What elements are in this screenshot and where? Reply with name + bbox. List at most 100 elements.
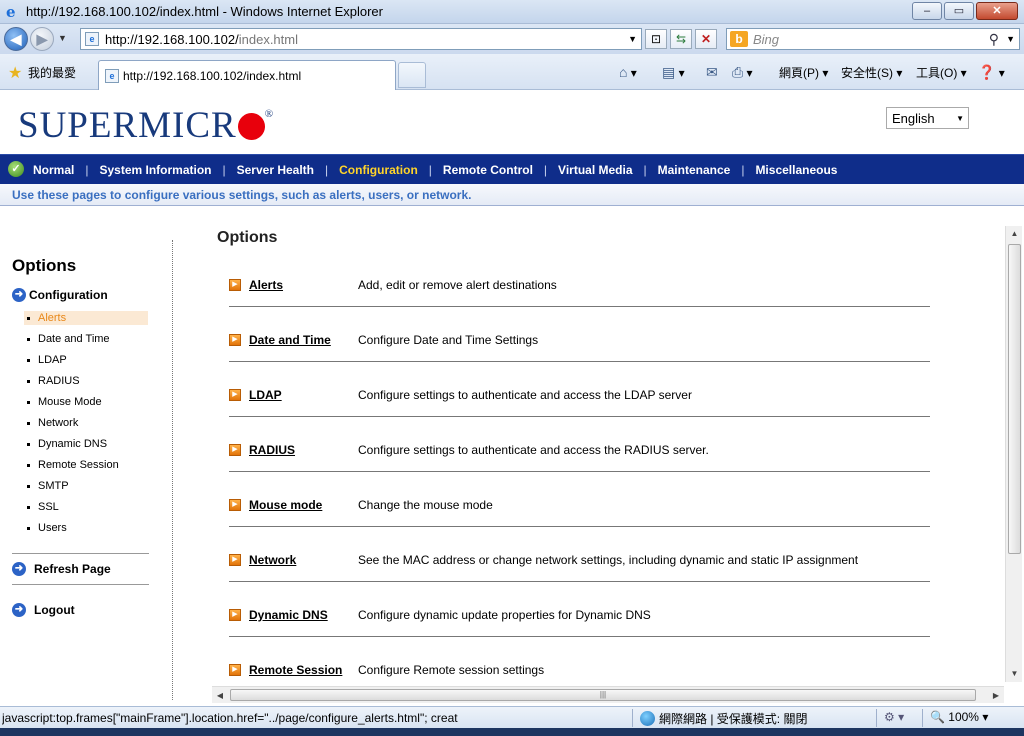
sidebar-item-ldap[interactable]: LDAP xyxy=(24,353,148,367)
option-link-ldap[interactable]: LDAP xyxy=(249,388,282,402)
main-nav: ✓ Normal | System Information | Server Hea… xyxy=(0,154,1024,184)
search-icon[interactable]: ⚲ xyxy=(989,31,999,48)
nav-remote-control[interactable]: Remote Control xyxy=(443,163,533,177)
option-divider xyxy=(229,526,930,527)
sidebar-section-configuration[interactable]: ➜ Configuration xyxy=(12,288,108,302)
protected-mode-icon[interactable]: ⚙ ▾ xyxy=(884,710,904,724)
nav-server-health[interactable]: Server Health xyxy=(237,163,314,177)
option-desc: Configure settings to authenticate and a… xyxy=(358,443,709,457)
sidebar: Options ➜ Configuration Alerts Date and … xyxy=(0,206,176,706)
tools-menu[interactable]: 工具(O) ▾ xyxy=(916,64,967,81)
sidebar-rule xyxy=(12,553,149,554)
option-desc: Configure Date and Time Settings xyxy=(358,333,539,347)
sidebar-item-radius[interactable]: RADIUS xyxy=(24,374,148,388)
option-link-radius[interactable]: RADIUS xyxy=(249,443,295,457)
nav-configuration[interactable]: Configuration xyxy=(339,163,418,177)
refresh-icon[interactable]: ⇆ xyxy=(670,29,692,49)
safety-menu[interactable]: 安全性(S) ▾ xyxy=(841,64,902,81)
bing-icon: b xyxy=(730,31,748,47)
sidebar-item-remote-session[interactable]: Remote Session xyxy=(24,458,148,472)
vertical-scrollbar[interactable]: ▲ ▼ xyxy=(1005,226,1022,682)
bullet-arrow-icon: ▶ xyxy=(229,609,241,621)
page-subtitle: Use these pages to configure various set… xyxy=(12,188,472,202)
nav-miscellaneous[interactable]: Miscellaneous xyxy=(755,163,837,177)
horizontal-scrollbar[interactable]: ◀ ||| ▶ xyxy=(212,686,1004,703)
sidebar-item-ssl[interactable]: SSL xyxy=(24,500,148,514)
sidebar-item-alerts[interactable]: Alerts xyxy=(24,311,148,325)
favorites-star-icon[interactable]: ★ xyxy=(8,63,22,83)
home-icon[interactable]: ⌂ ▾ xyxy=(619,64,637,80)
sidebar-item-label: SSL xyxy=(38,501,59,513)
sidebar-item-users[interactable]: Users xyxy=(24,521,148,535)
security-zone[interactable]: 網際網路 | 受保護模式: 關閉 xyxy=(640,710,807,727)
help-icon[interactable]: ❓ ▾ xyxy=(978,64,1005,81)
option-link-dynamic-dns[interactable]: Dynamic DNS xyxy=(249,608,328,622)
nav-normal[interactable]: Normal xyxy=(33,163,74,177)
status-bar: javascript:top.frames["mainFrame"].locat… xyxy=(0,706,1024,728)
nav-maintenance[interactable]: Maintenance xyxy=(658,163,731,177)
arrow-right-icon: ➜ xyxy=(12,603,26,617)
close-button[interactable]: ✕ xyxy=(976,2,1018,20)
new-tab-button[interactable] xyxy=(398,62,426,88)
sidebar-item-label: SMTP xyxy=(38,480,69,492)
window-title: http://192.168.100.102/index.html - Wind… xyxy=(26,4,383,19)
scroll-left-icon[interactable]: ◀ xyxy=(212,687,228,704)
history-dropdown-icon[interactable]: ▼ xyxy=(58,33,67,43)
sidebar-divider xyxy=(172,240,173,700)
sidebar-item-date-and-time[interactable]: Date and Time xyxy=(24,332,148,346)
option-desc: Configure dynamic update properties for … xyxy=(358,608,651,622)
option-link-mouse-mode[interactable]: Mouse mode xyxy=(249,498,322,512)
sidebar-item-smtp[interactable]: SMTP xyxy=(24,479,148,493)
favorites-bar: ★ 我的最愛 e http://192.168.100.102/index.ht… xyxy=(0,54,1024,90)
search-dropdown-icon[interactable]: ▼ xyxy=(1006,34,1015,44)
favorites-button[interactable]: 我的最愛 xyxy=(28,64,76,81)
option-divider xyxy=(229,636,930,637)
option-link-network[interactable]: Network xyxy=(249,553,296,567)
minimize-button[interactable]: – xyxy=(912,2,942,20)
option-divider xyxy=(229,416,930,417)
option-desc: Change the mouse mode xyxy=(358,498,493,512)
sidebar-item-mouse-mode[interactable]: Mouse Mode xyxy=(24,395,148,409)
scroll-up-icon[interactable]: ▲ xyxy=(1006,226,1023,242)
sidebar-item-dynamic-dns[interactable]: Dynamic DNS xyxy=(24,437,148,451)
mail-icon[interactable]: ✉ xyxy=(706,64,718,81)
status-text: javascript:top.frames["mainFrame"].locat… xyxy=(2,711,458,725)
status-ok-icon: ✓ xyxy=(8,161,24,177)
refresh-page-link[interactable]: ➜ Refresh Page xyxy=(12,562,111,576)
arrow-right-icon: ➜ xyxy=(12,562,26,576)
print-icon[interactable]: ⎙ ▾ xyxy=(732,64,753,81)
sidebar-item-label: LDAP xyxy=(38,354,67,366)
option-row-date-and-time: ▶ Date and Time Configure Date and Time … xyxy=(229,333,930,389)
sidebar-rule xyxy=(12,584,149,585)
page-menu[interactable]: 網頁(P) ▾ xyxy=(779,64,828,81)
option-link-date-and-time[interactable]: Date and Time xyxy=(249,333,331,347)
supermicro-logo: SUPERMICR ® xyxy=(18,105,275,146)
address-bar[interactable]: e http://192.168.100.102/index.html ▼ xyxy=(80,28,642,50)
address-dropdown-icon[interactable]: ▼ xyxy=(628,34,637,44)
vertical-scroll-thumb[interactable] xyxy=(1008,244,1021,554)
sidebar-item-label: Dynamic DNS xyxy=(38,438,108,450)
scroll-down-icon[interactable]: ▼ xyxy=(1006,666,1023,682)
stop-icon[interactable]: ✕ xyxy=(695,29,717,49)
language-select[interactable]: English ▼ xyxy=(886,107,969,129)
option-row-ldap: ▶ LDAP Configure settings to authenticat… xyxy=(229,388,930,444)
maximize-button[interactable]: ▭ xyxy=(944,2,974,20)
forward-button[interactable]: ▶ xyxy=(30,27,54,51)
sidebar-item-network[interactable]: Network xyxy=(24,416,148,430)
compatibility-view-icon[interactable]: ⊡ xyxy=(645,29,667,49)
feeds-icon[interactable]: ▤ ▾ xyxy=(662,64,685,81)
logo-dot xyxy=(237,113,265,140)
nav-virtual-media[interactable]: Virtual Media xyxy=(558,163,632,177)
horizontal-scroll-thumb[interactable]: ||| xyxy=(230,689,976,701)
content-title: Options xyxy=(217,229,278,246)
back-button[interactable]: ◀ xyxy=(4,27,28,51)
zoom-level[interactable]: 🔍 100% ▾ xyxy=(930,710,988,724)
scroll-right-icon[interactable]: ▶ xyxy=(988,687,1004,704)
search-input[interactable]: b Bing ⚲ ▼ xyxy=(726,28,1020,50)
nav-system-information[interactable]: System Information xyxy=(99,163,211,177)
tab-page-icon: e xyxy=(105,69,119,83)
option-link-alerts[interactable]: Alerts xyxy=(249,278,283,292)
logout-link[interactable]: ➜ Logout xyxy=(12,603,75,617)
option-link-remote-session[interactable]: Remote Session xyxy=(249,663,342,677)
browser-tab[interactable]: e http://192.168.100.102/index.html xyxy=(98,60,396,90)
